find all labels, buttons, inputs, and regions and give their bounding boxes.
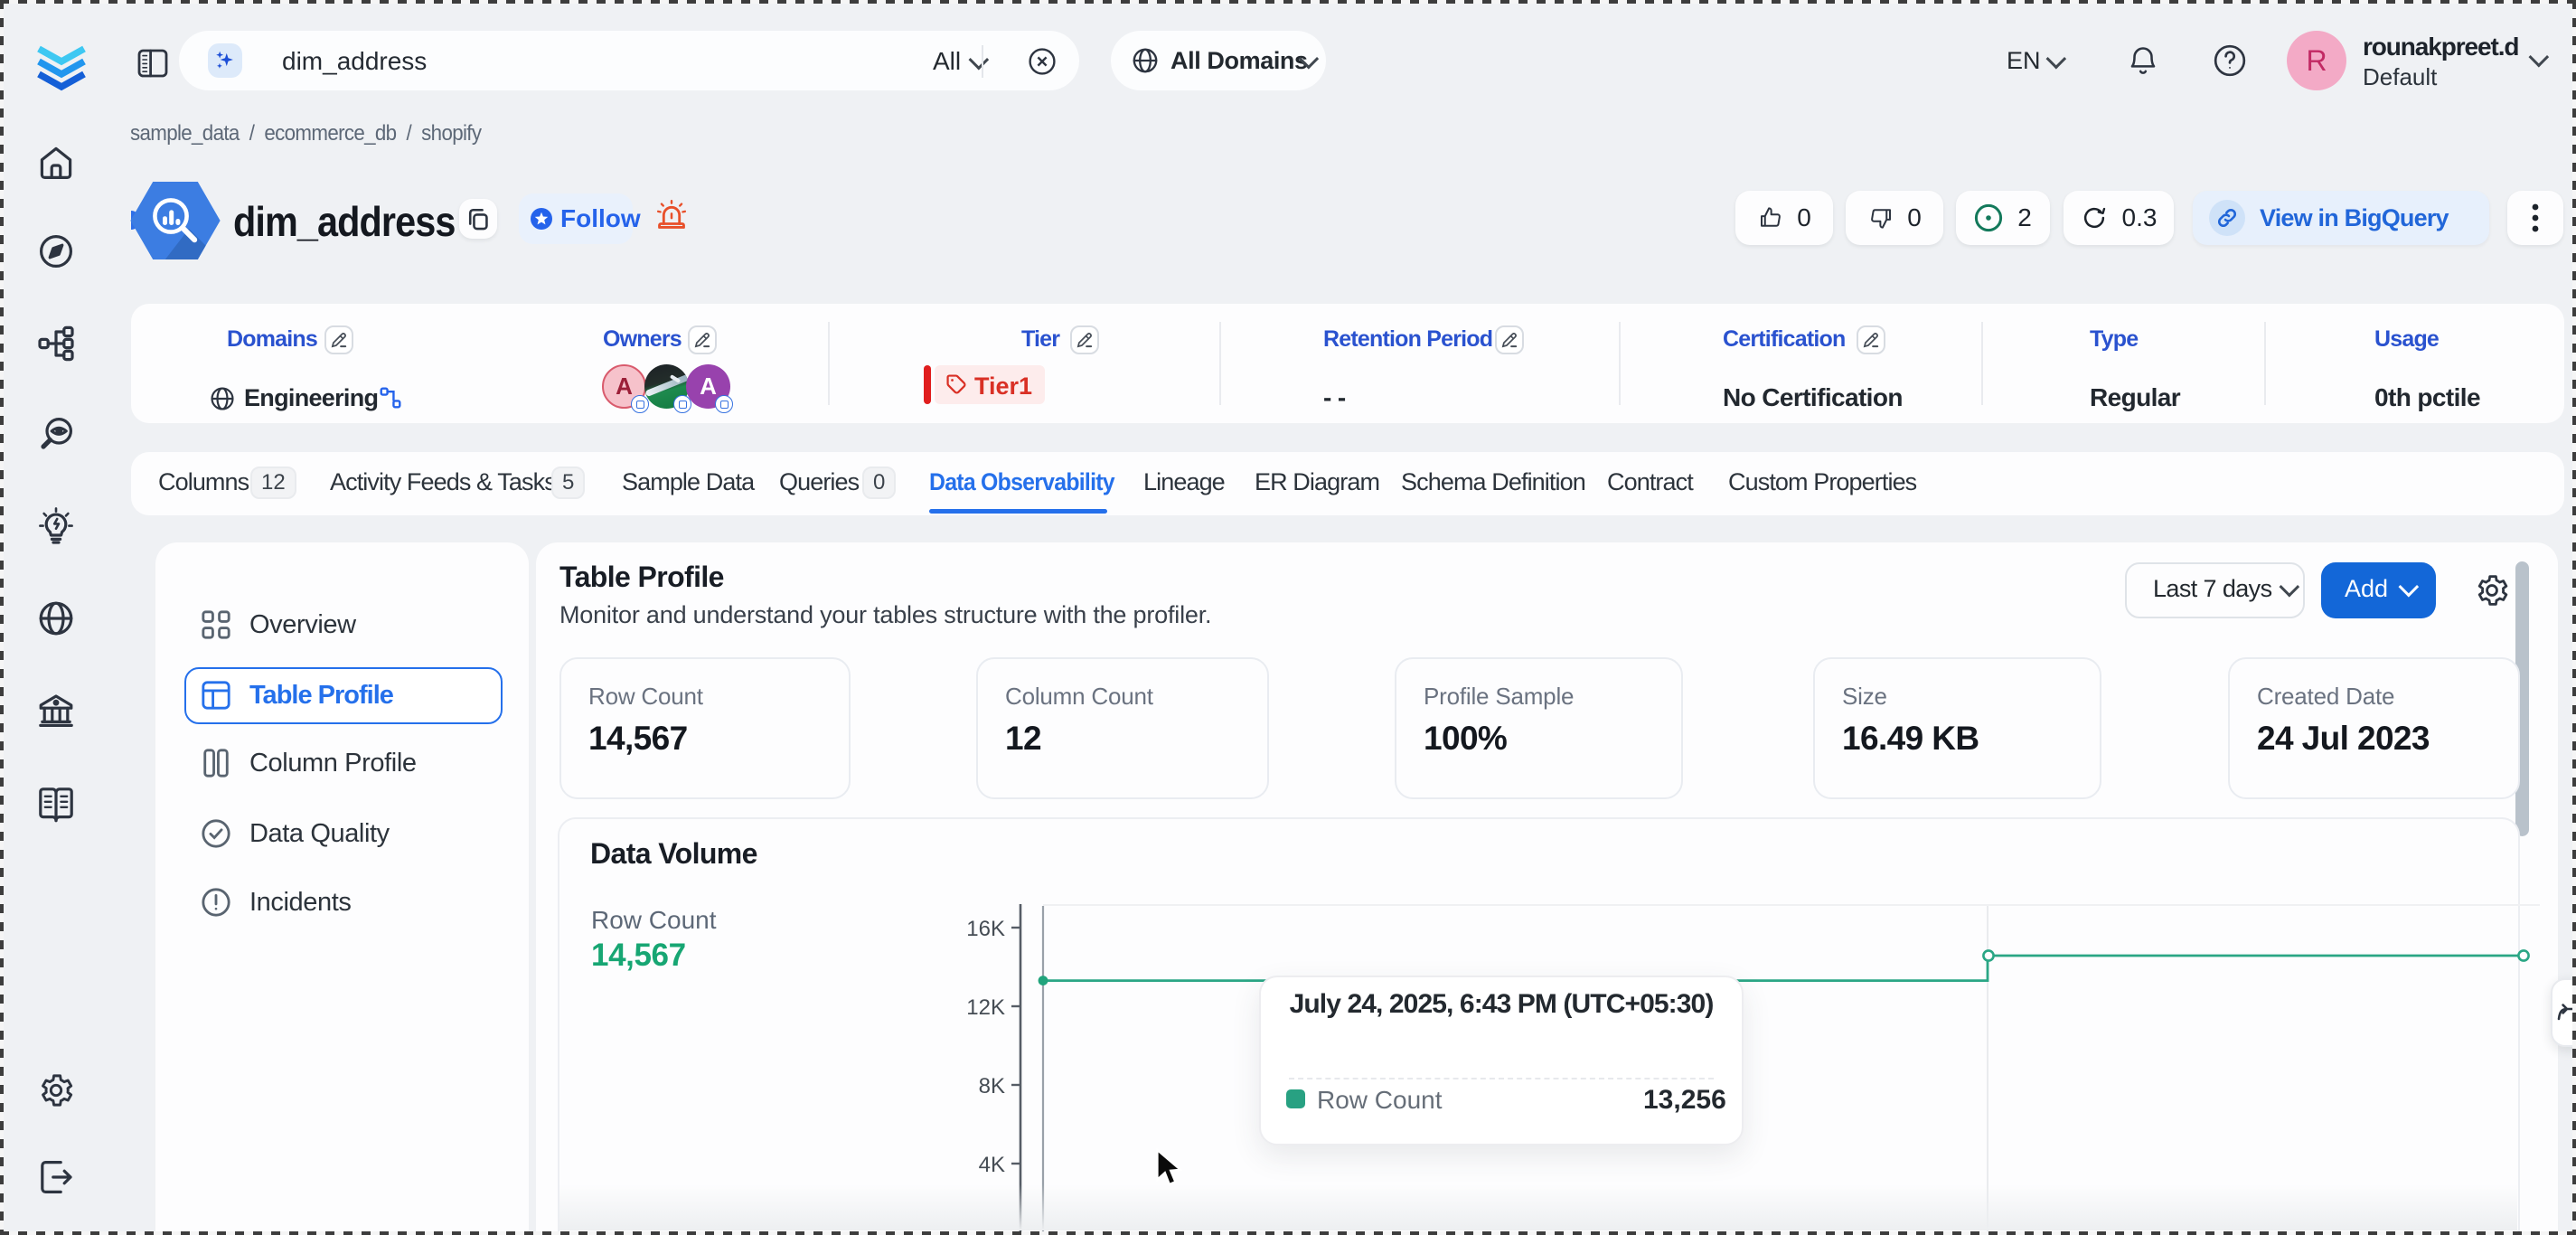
svg-text:16K: 16K [966,917,1005,941]
svg-text:8K: 8K [979,1074,1005,1098]
svg-text:4K: 4K [979,1153,1005,1177]
svg-text:12K: 12K [966,995,1005,1020]
